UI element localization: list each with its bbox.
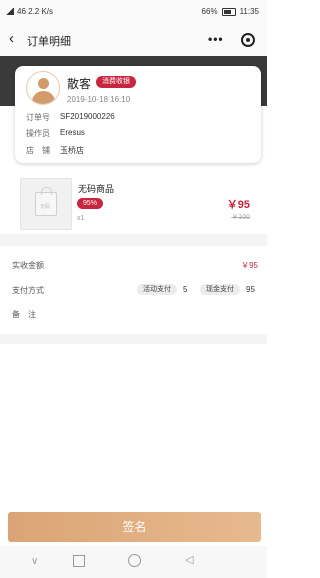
- section-divider: [0, 234, 267, 246]
- product-original-price: ￥100: [231, 214, 250, 221]
- operator-label: 操作员: [26, 129, 50, 138]
- customer-name: 散客: [67, 77, 92, 91]
- clock: 11:35: [239, 7, 259, 16]
- nav-chevron-down-icon[interactable]: ∨: [31, 556, 38, 567]
- status-bar: 46 2.2 K/s 66% 11:35: [0, 0, 267, 24]
- payment-summary: 实收金额 ￥95 支付方式 活动支付 5 现金支付 95 备 注: [0, 246, 267, 334]
- product-name: 无码商品: [78, 184, 115, 194]
- product-thumbnail: 无码: [20, 178, 72, 230]
- operator-row: 操作员 Eresus: [26, 128, 85, 139]
- back-arrow-icon[interactable]: ‹: [9, 31, 14, 47]
- more-menu-icon[interactable]: •••: [208, 32, 224, 46]
- sign-button[interactable]: 签名: [8, 512, 261, 542]
- network-speed: 46 2.2 K/s: [17, 7, 54, 16]
- order-card: 散客 消费收银 2019-10-18 16:10 订单号 SF201900022…: [15, 66, 261, 163]
- status-right: 66% 11:35: [202, 7, 259, 16]
- signal-icon: [6, 8, 14, 15]
- store-label: 店 铺: [26, 146, 50, 155]
- title-bar: ‹ 订单明细 •••: [0, 24, 267, 57]
- payment-method-label: 支付方式: [12, 286, 44, 295]
- status-left: 46 2.2 K/s: [6, 7, 53, 16]
- order-number-row: 订单号 SF2019000226: [26, 112, 115, 123]
- target-icon[interactable]: [241, 33, 255, 47]
- page-title: 订单明细: [27, 36, 71, 48]
- nav-home-icon[interactable]: [128, 554, 141, 567]
- remark-label: 备 注: [12, 310, 36, 319]
- avatar: [26, 71, 60, 105]
- activity-payment-tag: 活动支付: [137, 284, 177, 295]
- paid-amount-label: 实收金额: [12, 261, 44, 270]
- order-type-badge: 消费收银: [96, 76, 136, 88]
- paid-amount-value: ￥95: [241, 261, 258, 270]
- order-number-value: SF2019000226: [60, 112, 115, 121]
- store-row: 店 铺 玉桥店: [26, 145, 84, 156]
- operator-value: Eresus: [60, 128, 85, 137]
- system-nav-bar: ∨ ◁: [0, 546, 267, 578]
- nav-recents-icon[interactable]: [73, 555, 85, 567]
- order-datetime: 2019-10-18 16:10: [67, 95, 131, 104]
- section-divider-2: [0, 334, 267, 344]
- cash-payment-tag: 现金支付: [200, 284, 240, 295]
- nav-back-icon[interactable]: ◁: [185, 553, 193, 566]
- product-price: ￥95: [226, 199, 250, 211]
- activity-payment-amount: 5: [183, 285, 188, 294]
- thumbnail-text: 无码: [39, 204, 50, 210]
- product-quantity: x1: [77, 215, 85, 222]
- discount-badge: 95%: [77, 198, 104, 209]
- avatar-head-icon: [38, 78, 49, 89]
- cash-payment-amount: 95: [246, 285, 255, 294]
- battery-icon: [221, 7, 236, 16]
- product-item[interactable]: 无码 无码商品 95% x1 ￥95 ￥100: [0, 168, 267, 234]
- avatar-body-icon: [32, 91, 55, 104]
- order-number-label: 订单号: [26, 113, 50, 122]
- store-value: 玉桥店: [60, 146, 84, 155]
- battery-percent: 66%: [201, 7, 218, 16]
